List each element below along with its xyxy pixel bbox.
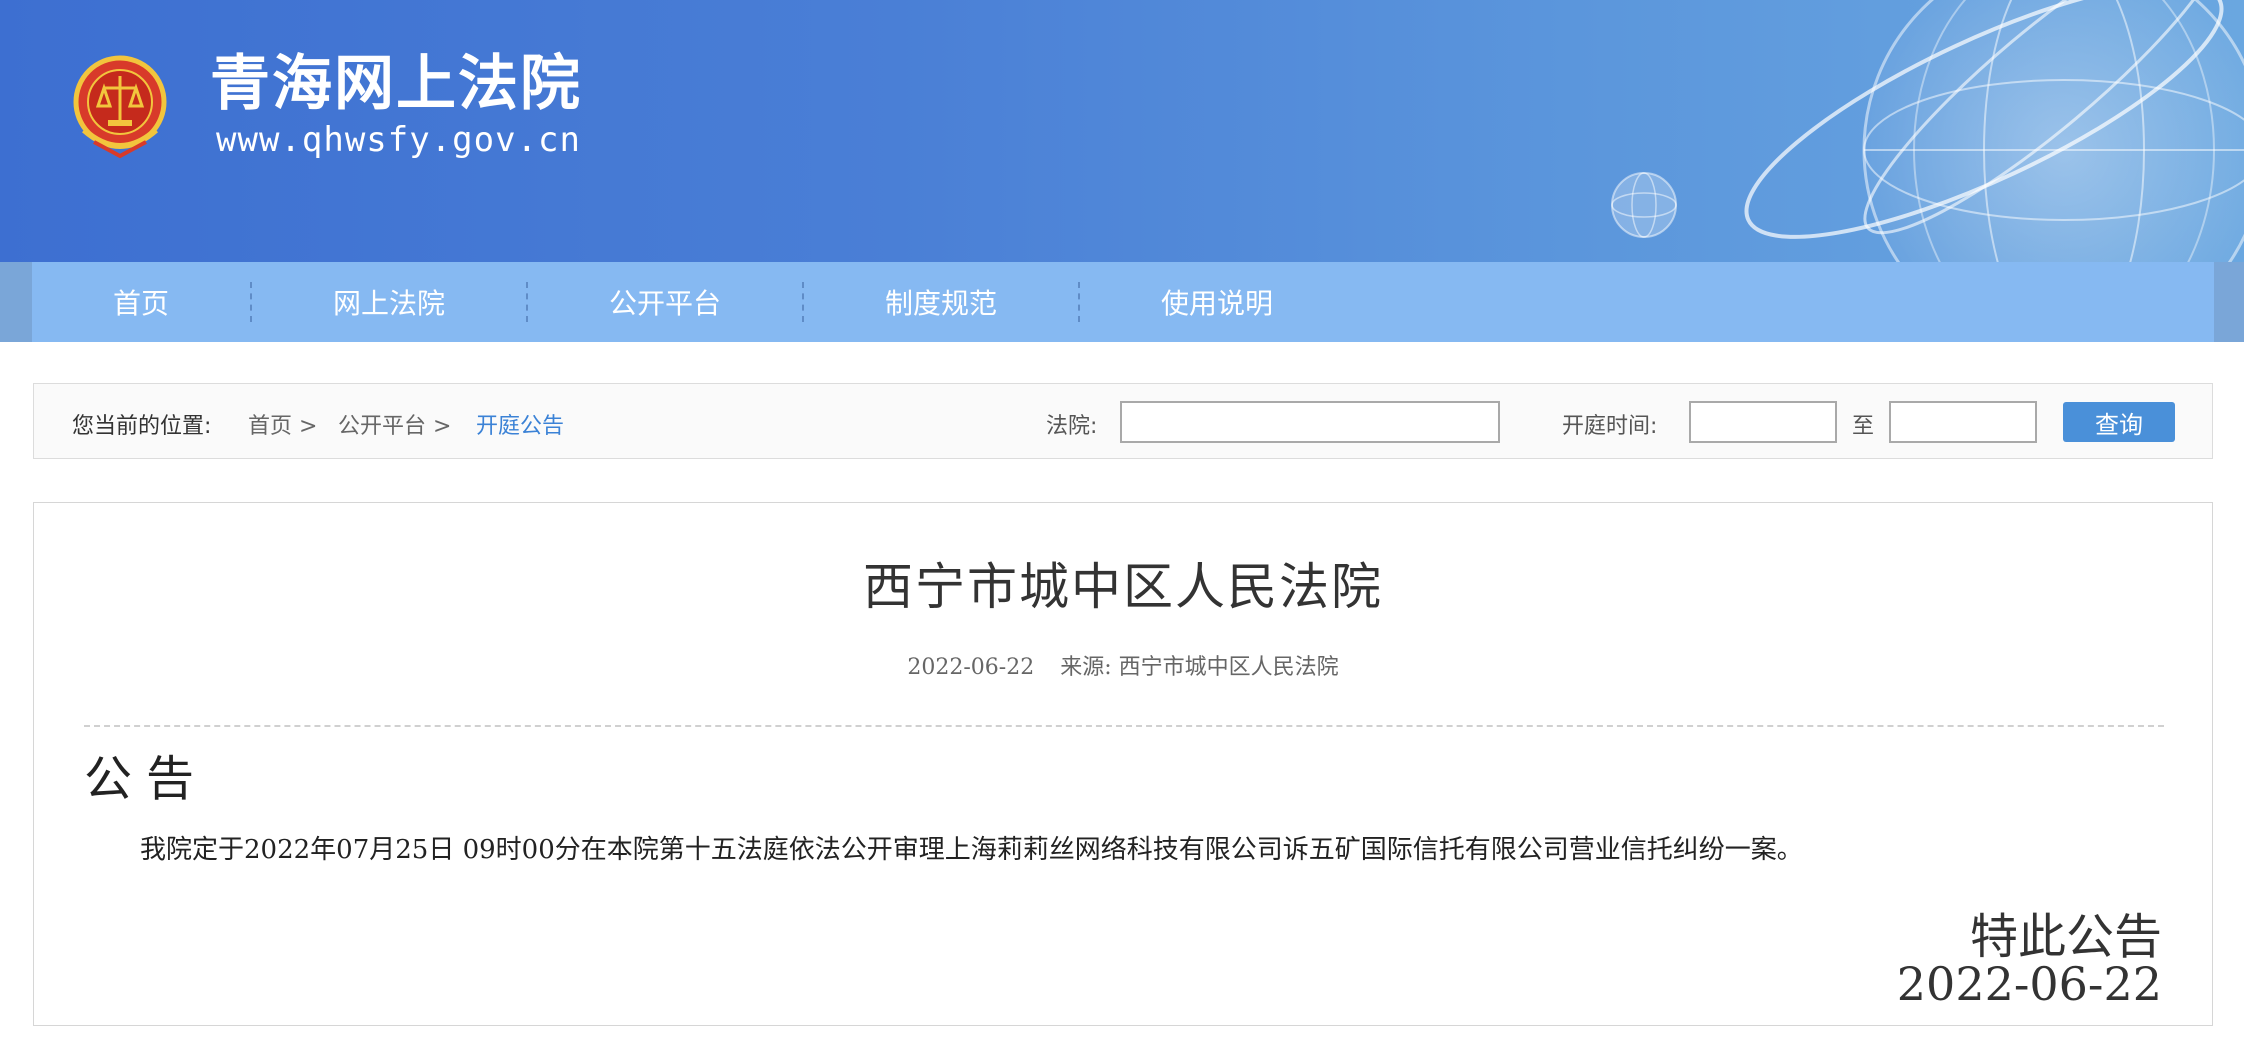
breadcrumb-current[interactable]: 开庭公告 xyxy=(476,408,564,440)
article-date: 2022-06-22 xyxy=(907,655,1035,680)
breadcrumb-platform-link[interactable]: 公开平台 > xyxy=(338,408,451,440)
notice-body: 我院定于2022年07月25日 09时00分在本院第十五法庭依法公开审理上海莉莉… xyxy=(140,835,1803,865)
breadcrumb-prefix: 您当前的位置: xyxy=(72,414,212,439)
date-range-to-label: 至 xyxy=(1852,414,1875,439)
breadcrumb-search-bar: 您当前的位置: 首页 > 公开平台 > 开庭公告 法院: 开庭时间: 至 查询 xyxy=(33,383,2213,459)
hearing-time-label: 开庭时间: xyxy=(1562,414,1658,439)
article-source: 来源: 西宁市城中区人民法院 xyxy=(1060,655,1339,680)
nav-item-online-court[interactable]: 网上法院 xyxy=(252,262,526,342)
notice-heading: 公告 xyxy=(84,751,209,807)
nav-item-regulations[interactable]: 制度规范 xyxy=(804,262,1078,342)
main-nav: 首页 网上法院 公开平台 制度规范 使用说明 xyxy=(32,262,2214,342)
notice-signoff-date: 2022-06-22 xyxy=(1896,957,2162,1011)
court-emblem-icon xyxy=(73,55,167,159)
announcement-panel: 西宁市城中区人民法院 2022-06-22 来源: 西宁市城中区人民法院 公告 我… xyxy=(33,502,2213,1026)
nav-item-public-platform[interactable]: 公开平台 xyxy=(528,262,802,342)
article-meta: 2022-06-22 来源: 西宁市城中区人民法院 xyxy=(34,649,2212,681)
query-button[interactable]: 查询 xyxy=(2063,402,2175,442)
date-from-input[interactable] xyxy=(1689,401,1837,443)
site-url: www.qhwsfy.gov.cn xyxy=(216,120,581,160)
date-to-input[interactable] xyxy=(1889,401,2037,443)
court-label: 法院: xyxy=(1046,414,1098,439)
globe-decoration-icon xyxy=(1611,0,2244,262)
article-divider xyxy=(84,725,2164,727)
article-title: 西宁市城中区人民法院 xyxy=(863,558,1383,616)
nav-item-home[interactable]: 首页 xyxy=(32,262,250,342)
breadcrumb-home-link[interactable]: 首页 > xyxy=(248,408,317,440)
nav-item-instructions[interactable]: 使用说明 xyxy=(1080,262,1354,342)
court-input[interactable] xyxy=(1120,401,1500,443)
site-title: 青海网上法院 xyxy=(210,49,582,119)
